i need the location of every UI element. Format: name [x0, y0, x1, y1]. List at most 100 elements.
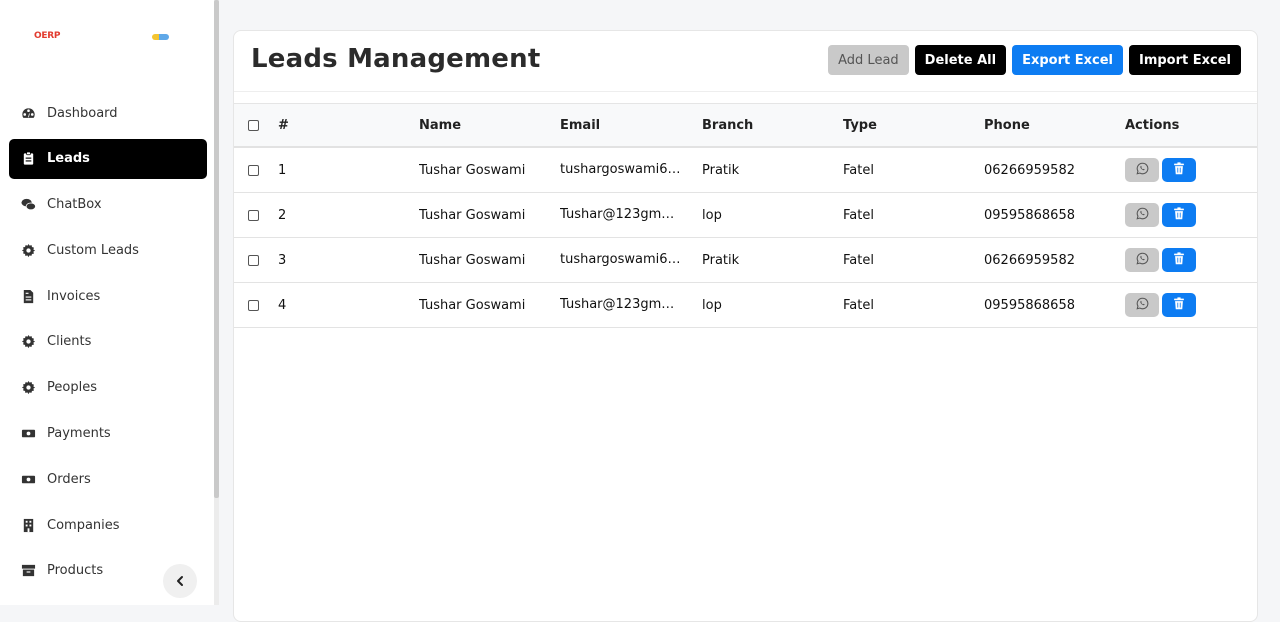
sidebar-item-label: Orders — [47, 471, 91, 487]
select-all-checkbox[interactable] — [248, 119, 259, 131]
column-header: Type — [843, 117, 877, 133]
trash-icon — [1173, 296, 1185, 314]
sidebar-collapse-button[interactable] — [163, 564, 197, 598]
delete-row-button[interactable] — [1162, 248, 1196, 272]
sidebar-item-companies[interactable]: Companies — [9, 505, 207, 545]
column-header: Branch — [702, 117, 754, 133]
row-checkbox[interactable] — [248, 299, 259, 311]
table-header: # Name Email Branch Type Phone Actions — [234, 103, 1257, 148]
sidebar-item-orders[interactable]: Orders — [9, 459, 207, 499]
lead-type: Fatel — [843, 297, 874, 313]
sidebar-item-dashboard[interactable]: Dashboard — [9, 93, 207, 133]
row-actions — [1125, 193, 1255, 237]
trash-icon — [1173, 206, 1185, 224]
sidebar-item-custom-leads[interactable]: Custom Leads — [9, 230, 207, 270]
lead-branch: lop — [702, 207, 722, 223]
gear-icon — [21, 243, 36, 258]
gear-icon — [21, 334, 36, 349]
lead-email: Tushar@123gmai… — [560, 283, 682, 327]
sidebar-item-label: ChatBox — [47, 197, 102, 213]
lead-name: Tushar Goswami — [419, 207, 526, 223]
lead-branch: Pratik — [702, 252, 740, 268]
sidebar: OERP Dashboard Leads ChatBox Custom Lead… — [0, 0, 215, 605]
lead-email: Tushar@123gmai… — [560, 193, 682, 237]
lead-type: Fatel — [843, 162, 874, 178]
row-actions — [1125, 283, 1255, 327]
whatsapp-button[interactable] — [1125, 293, 1159, 317]
whatsapp-button[interactable] — [1125, 248, 1159, 272]
column-header: Name — [419, 117, 462, 133]
clipboard-icon — [21, 151, 36, 166]
trash-icon — [1173, 251, 1185, 269]
whatsapp-icon — [1135, 297, 1149, 314]
column-header: # — [278, 117, 289, 133]
table-row: 1 Tushar Goswami tushargoswami6… Pratik … — [234, 148, 1257, 193]
table-row: 2 Tushar Goswami Tushar@123gmai… lop Fat… — [234, 193, 1257, 238]
row-number: 2 — [278, 207, 287, 223]
row-checkbox[interactable] — [248, 209, 259, 221]
lead-branch: lop — [702, 297, 722, 313]
chevron-left-icon — [174, 572, 186, 591]
leads-panel: Leads Management Add Lead Delete All Exp… — [233, 30, 1258, 622]
lead-name: Tushar Goswami — [419, 297, 526, 313]
row-checkbox-cell — [248, 238, 262, 282]
sidebar-item-clients[interactable]: Clients — [9, 322, 207, 362]
sidebar-item-label: Companies — [47, 517, 120, 533]
row-number: 3 — [278, 252, 287, 268]
row-checkbox-cell — [248, 283, 262, 327]
lead-type: Fatel — [843, 207, 874, 223]
delete-row-button[interactable] — [1162, 158, 1196, 182]
whatsapp-icon — [1135, 252, 1149, 269]
whatsapp-button[interactable] — [1125, 203, 1159, 227]
table-body: 1 Tushar Goswami tushargoswami6… Pratik … — [234, 148, 1257, 328]
row-number: 1 — [278, 162, 287, 178]
sidebar-item-chatbox[interactable]: ChatBox — [9, 185, 207, 225]
gear-icon — [21, 380, 36, 395]
lead-email-text: tushargoswami6… — [560, 252, 681, 267]
chat-icon — [21, 197, 36, 212]
row-actions — [1125, 238, 1255, 282]
header-checkbox-cell — [248, 104, 262, 146]
export-excel-button[interactable]: Export Excel — [1012, 45, 1123, 75]
lead-phone: 09595868658 — [984, 207, 1075, 223]
lead-name: Tushar Goswami — [419, 162, 526, 178]
lead-phone: 06266959582 — [984, 162, 1075, 178]
trash-icon — [1173, 161, 1185, 179]
sidebar-item-label: Custom Leads — [47, 242, 139, 258]
delete-row-button[interactable] — [1162, 203, 1196, 227]
sidebar-scrollbar-thumb[interactable] — [214, 0, 219, 498]
brand-logo[interactable]: OERP — [34, 31, 60, 41]
row-checkbox-cell — [248, 148, 262, 192]
toolbar: Add Lead Delete All Export Excel Import … — [828, 45, 1241, 75]
column-header: Actions — [1125, 117, 1180, 133]
sidebar-item-label: Invoices — [47, 288, 101, 304]
sidebar-item-label: Leads — [47, 151, 90, 167]
sidebar-item-leads[interactable]: Leads — [9, 138, 207, 179]
sidebar-item-label: Peoples — [47, 380, 97, 396]
lead-branch: Pratik — [702, 162, 740, 178]
lead-name: Tushar Goswami — [419, 252, 526, 268]
delete-row-button[interactable] — [1162, 293, 1196, 317]
lead-email-text: tushargoswami6… — [560, 162, 681, 177]
sidebar-item-invoices[interactable]: Invoices — [9, 276, 207, 316]
dashboard-icon — [21, 106, 36, 121]
whatsapp-icon — [1135, 162, 1149, 179]
delete-all-button[interactable]: Delete All — [914, 45, 1007, 75]
lead-email-text: Tushar@123gmai… — [560, 297, 682, 312]
row-checkbox[interactable] — [248, 164, 259, 176]
lead-email-text: Tushar@123gmai… — [560, 207, 682, 222]
sidebar-item-payments[interactable]: Payments — [9, 414, 207, 454]
whatsapp-button[interactable] — [1125, 158, 1159, 182]
sidebar-item-peoples[interactable]: Peoples — [9, 368, 207, 408]
money-icon — [21, 472, 36, 487]
column-header: Phone — [984, 117, 1030, 133]
row-checkbox[interactable] — [248, 254, 259, 266]
table-row: 3 Tushar Goswami tushargoswami6… Pratik … — [234, 238, 1257, 283]
sidebar-item-label: Dashboard — [47, 105, 118, 121]
invoice-icon — [21, 289, 36, 304]
row-checkbox-cell — [248, 193, 262, 237]
add-lead-button[interactable]: Add Lead — [828, 45, 909, 75]
import-excel-button[interactable]: Import Excel — [1128, 45, 1241, 75]
column-header: Email — [560, 117, 601, 133]
page-title: Leads Management — [251, 44, 541, 74]
